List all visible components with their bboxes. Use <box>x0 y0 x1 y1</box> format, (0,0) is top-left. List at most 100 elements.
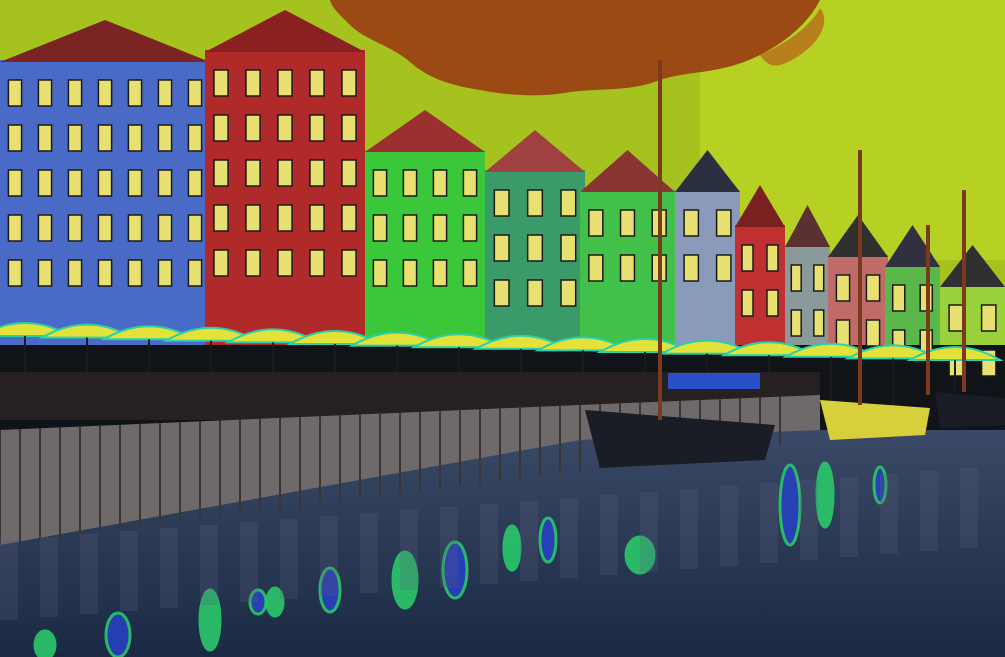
window <box>341 69 357 97</box>
window <box>245 69 261 97</box>
window <box>865 274 881 302</box>
window <box>187 79 203 107</box>
building-reflection <box>640 492 658 572</box>
window <box>37 259 53 287</box>
window <box>402 169 418 197</box>
window <box>560 189 577 217</box>
window <box>309 249 325 277</box>
light-reflection <box>502 524 522 572</box>
window <box>493 279 510 307</box>
window <box>619 209 636 237</box>
window <box>213 249 229 277</box>
window <box>588 209 604 237</box>
window <box>127 79 143 107</box>
canal-scene <box>0 0 1005 657</box>
building-reflection <box>600 495 618 575</box>
window <box>157 214 173 242</box>
window <box>157 124 173 152</box>
window <box>619 254 636 282</box>
window <box>741 244 754 272</box>
light-reflection <box>104 611 132 657</box>
window <box>715 209 732 237</box>
window <box>97 124 113 152</box>
window <box>7 79 23 107</box>
window <box>462 214 478 242</box>
building-reflection <box>40 537 58 617</box>
blue-house <box>0 20 210 345</box>
window <box>683 254 700 282</box>
window <box>865 319 881 347</box>
light-reflection <box>538 516 558 564</box>
building-reflection <box>560 498 578 578</box>
window <box>7 259 23 287</box>
window <box>127 214 143 242</box>
window <box>432 259 448 287</box>
light-reflection <box>778 463 802 547</box>
window <box>7 214 23 242</box>
building-reflection <box>680 489 698 569</box>
window <box>980 304 997 332</box>
window <box>766 289 779 317</box>
window <box>277 114 293 142</box>
window <box>462 169 478 197</box>
red-house <box>205 10 365 345</box>
window <box>790 309 802 337</box>
window <box>213 69 229 97</box>
window <box>309 204 325 232</box>
building-reflection <box>800 480 818 560</box>
window <box>187 214 203 242</box>
window <box>127 124 143 152</box>
window <box>277 204 293 232</box>
window <box>157 79 173 107</box>
window <box>835 319 851 347</box>
window <box>813 264 825 292</box>
window <box>341 204 357 232</box>
window <box>588 254 604 282</box>
building-reflection <box>320 516 338 596</box>
building-reflection <box>200 525 218 605</box>
window <box>309 69 325 97</box>
window <box>683 209 700 237</box>
teal-house <box>485 130 585 345</box>
window <box>813 309 825 337</box>
window <box>157 169 173 197</box>
window <box>462 259 478 287</box>
window <box>67 169 83 197</box>
building-reflection <box>160 528 178 608</box>
window <box>67 214 83 242</box>
building-reflection <box>240 522 258 602</box>
boat-hull-yellow <box>820 400 930 440</box>
window <box>97 214 113 242</box>
window <box>97 259 113 287</box>
window <box>187 124 203 152</box>
building-reflection <box>400 510 418 590</box>
window <box>97 79 113 107</box>
window <box>187 259 203 287</box>
building-reflection <box>440 507 458 587</box>
window <box>526 234 544 262</box>
window <box>526 279 544 307</box>
light-reflection <box>33 629 57 657</box>
window <box>277 159 293 187</box>
window <box>493 189 510 217</box>
window <box>309 159 325 187</box>
green-house <box>365 110 485 345</box>
window <box>741 289 754 317</box>
building-reflection <box>280 519 298 599</box>
boat-hull-dark <box>935 392 1005 428</box>
window <box>341 159 357 187</box>
window <box>7 124 23 152</box>
window <box>835 274 851 302</box>
window <box>7 169 23 197</box>
building-reflection <box>920 471 938 551</box>
window <box>341 249 357 277</box>
window <box>493 234 510 262</box>
window <box>372 259 388 287</box>
building-reflection <box>0 540 18 620</box>
window <box>245 204 261 232</box>
window <box>127 259 143 287</box>
window <box>277 69 293 97</box>
window <box>127 169 143 197</box>
window <box>432 169 448 197</box>
window <box>245 159 261 187</box>
